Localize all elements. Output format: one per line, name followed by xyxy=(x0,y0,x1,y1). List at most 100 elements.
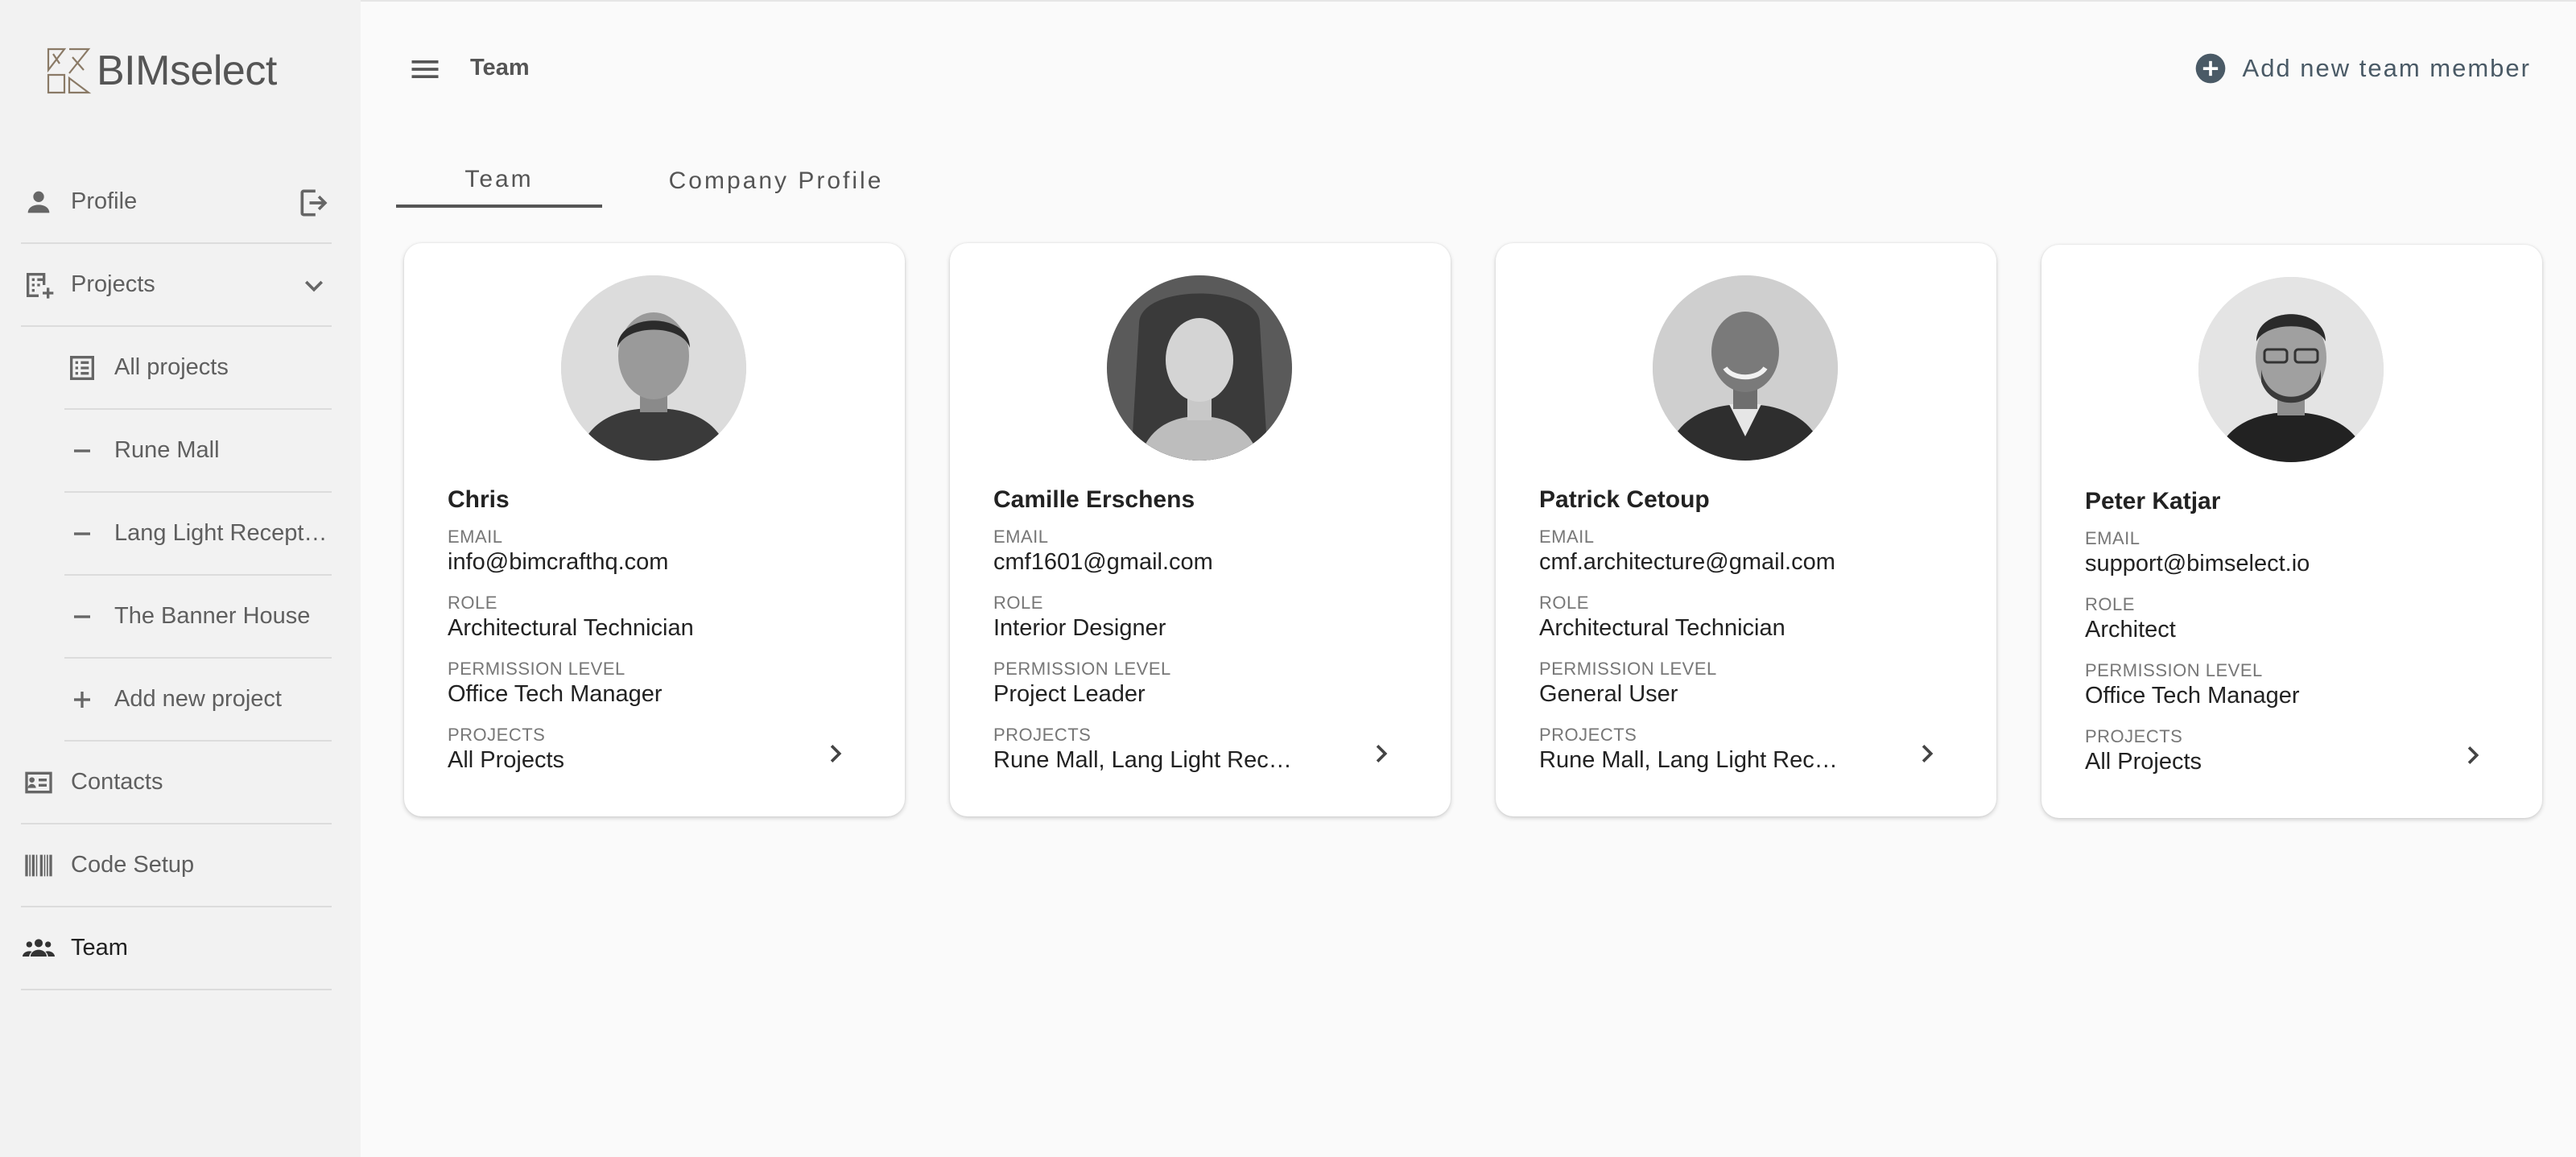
person-icon xyxy=(21,184,56,220)
sidebar-item-label: Code Setup xyxy=(71,852,195,878)
member-email: support@bimselect.io xyxy=(2085,551,2310,576)
team-icon xyxy=(21,931,56,966)
email-label: EMAIL xyxy=(993,527,1049,547)
projects-label: PROJECTS xyxy=(1539,725,1637,745)
member-email: cmf1601@gmail.com xyxy=(993,549,1213,575)
minus-icon xyxy=(64,516,100,552)
sidebar-item-projects[interactable]: Projects xyxy=(21,244,332,327)
email-label: EMAIL xyxy=(448,527,503,547)
logout-icon[interactable] xyxy=(296,185,332,221)
sidebar-item-code-setup[interactable]: Code Setup xyxy=(21,824,332,907)
sidebar-item-label: Lang Light Recept… xyxy=(114,520,328,546)
member-role: Architectural Technician xyxy=(1539,615,1785,641)
sidebar-item-label: Contacts xyxy=(71,769,163,795)
sidebar-item-label: All projects xyxy=(114,354,229,380)
logo-text: BIMselect xyxy=(97,48,277,94)
logo[interactable]: BIMselect xyxy=(45,45,277,97)
chevron-right-icon[interactable] xyxy=(818,736,853,771)
add-circle-icon xyxy=(2194,52,2227,85)
sidebar-item-contacts[interactable]: Contacts xyxy=(21,742,332,824)
tab-bar: Team Company Profile xyxy=(396,155,950,208)
team-member-list: Chris EMAIL info@bimcrafthq.com ROLE Arc… xyxy=(404,243,2542,818)
projects-label: PROJECTS xyxy=(2085,726,2183,746)
member-fields: EMAIL info@bimcrafthq.com ROLE Architect… xyxy=(448,527,850,791)
member-projects: Rune Mall, Lang Light Rec… xyxy=(1539,747,1838,773)
member-email: cmf.architecture@gmail.com xyxy=(1539,549,1835,575)
sidebar-item-add-project[interactable]: Add new project xyxy=(64,659,332,742)
plus-icon xyxy=(64,682,100,717)
permission-label: PERMISSION LEVEL xyxy=(993,659,1171,679)
projects-label: PROJECTS xyxy=(448,725,546,745)
logo-mark-icon xyxy=(47,48,92,94)
tab-company-profile[interactable]: Company Profile xyxy=(602,155,950,208)
avatar xyxy=(1653,275,1838,461)
avatar xyxy=(561,275,746,461)
sidebar-item-label: The Banner House xyxy=(114,603,311,629)
sidebar-item-rune-mall[interactable]: Rune Mall xyxy=(64,410,332,493)
hamburger-menu-icon[interactable] xyxy=(406,52,444,87)
member-fields: EMAIL cmf1601@gmail.com ROLE Interior De… xyxy=(993,527,1396,791)
member-name: Patrick Cetoup xyxy=(1539,486,1710,513)
sidebar-item-profile[interactable]: Profile xyxy=(21,161,332,244)
top-border xyxy=(0,0,2576,2)
permission-label: PERMISSION LEVEL xyxy=(2085,660,2263,680)
sidebar-item-banner-house[interactable]: The Banner House xyxy=(64,576,332,659)
member-permission: Project Leader xyxy=(993,681,1146,707)
chevron-down-icon[interactable] xyxy=(296,268,332,304)
sidebar-item-label: Projects xyxy=(71,271,155,297)
avatar xyxy=(2198,277,2384,462)
sidebar: BIMselect Profile Projects All projects … xyxy=(0,0,361,1157)
sidebar-item-all-projects[interactable]: All projects xyxy=(64,327,332,410)
chevron-right-icon[interactable] xyxy=(1909,736,1945,771)
minus-icon xyxy=(64,599,100,634)
member-name: Peter Katjar xyxy=(2085,488,2221,514)
role-label: ROLE xyxy=(2085,594,2135,614)
add-team-member-label: Add new team member xyxy=(2242,54,2531,82)
email-label: EMAIL xyxy=(1539,527,1595,547)
sidebar-item-label: Profile xyxy=(71,188,138,214)
chevron-right-icon[interactable] xyxy=(1364,736,1399,771)
projects-add-icon xyxy=(21,267,56,303)
minus-icon xyxy=(64,433,100,469)
member-permission: Office Tech Manager xyxy=(448,681,663,707)
barcode-icon xyxy=(21,848,56,883)
chevron-right-icon[interactable] xyxy=(2455,738,2491,773)
member-name: Camille Erschens xyxy=(993,486,1195,513)
tab-team[interactable]: Team xyxy=(396,155,602,208)
add-team-member-button[interactable]: Add new team member xyxy=(2194,50,2531,87)
list-icon xyxy=(64,350,100,386)
member-role: Interior Designer xyxy=(993,615,1166,641)
sidebar-item-label: Add new project xyxy=(114,686,282,712)
member-permission: Office Tech Manager xyxy=(2085,683,2300,709)
sidebar-item-lang-light[interactable]: Lang Light Recept… xyxy=(64,493,332,576)
member-name: Chris xyxy=(448,486,510,513)
role-label: ROLE xyxy=(1539,593,1589,613)
sidebar-item-label: Team xyxy=(71,935,128,961)
team-member-card[interactable]: Chris EMAIL info@bimcrafthq.com ROLE Arc… xyxy=(404,243,905,816)
member-projects: Rune Mall, Lang Light Rec… xyxy=(993,747,1292,773)
avatar xyxy=(1107,275,1292,461)
member-projects: All Projects xyxy=(448,747,565,773)
email-label: EMAIL xyxy=(2085,528,2140,548)
team-member-card[interactable]: Camille Erschens EMAIL cmf1601@gmail.com… xyxy=(950,243,1451,816)
page-title: Team xyxy=(470,55,530,81)
member-projects: All Projects xyxy=(2085,749,2202,775)
team-member-card[interactable]: Peter Katjar EMAIL support@bimselect.io … xyxy=(2041,245,2542,818)
member-email: info@bimcrafthq.com xyxy=(448,549,669,575)
permission-label: PERMISSION LEVEL xyxy=(448,659,625,679)
projects-subnav: All projects Rune Mall Lang Light Recept… xyxy=(64,327,332,742)
sidebar-item-label: Rune Mall xyxy=(114,437,220,463)
member-permission: General User xyxy=(1539,681,1678,707)
projects-label: PROJECTS xyxy=(993,725,1092,745)
contact-card-icon xyxy=(21,765,56,800)
member-role: Architectural Technician xyxy=(448,615,694,641)
sidebar-nav: Profile Projects All projects Rune Mall … xyxy=(21,161,332,990)
role-label: ROLE xyxy=(993,593,1043,613)
team-member-card[interactable]: Patrick Cetoup EMAIL cmf.architecture@gm… xyxy=(1496,243,1996,816)
member-role: Architect xyxy=(2085,617,2176,643)
sidebar-item-team[interactable]: Team xyxy=(21,907,332,990)
role-label: ROLE xyxy=(448,593,497,613)
member-fields: EMAIL support@bimselect.io ROLE Architec… xyxy=(2085,528,2487,792)
member-fields: EMAIL cmf.architecture@gmail.com ROLE Ar… xyxy=(1539,527,1942,791)
permission-label: PERMISSION LEVEL xyxy=(1539,659,1717,679)
